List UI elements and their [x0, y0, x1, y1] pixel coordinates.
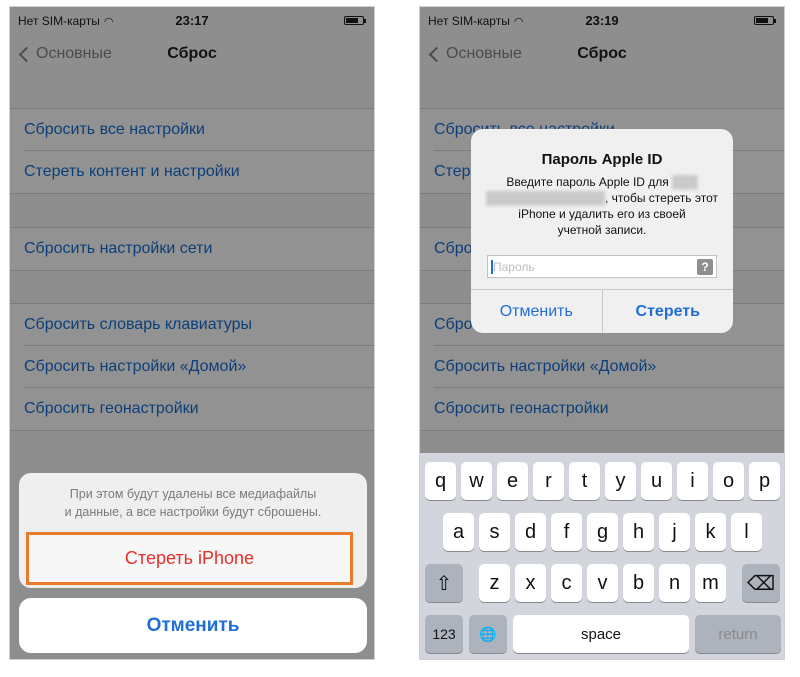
password-input[interactable]: [488, 256, 716, 277]
key-m[interactable]: m: [695, 564, 726, 602]
key-w[interactable]: w: [461, 462, 492, 500]
key-e[interactable]: e: [497, 462, 528, 500]
key-n[interactable]: n: [659, 564, 690, 602]
redacted-email: ██████████████: [485, 191, 606, 205]
key-g[interactable]: g: [587, 513, 618, 551]
key-u[interactable]: u: [641, 462, 672, 500]
erase-iphone-button[interactable]: Стереть iPhone: [26, 532, 353, 585]
settings-group: Сбросить все настройки Стереть контент и…: [10, 108, 374, 194]
key-a[interactable]: a: [443, 513, 474, 551]
numbers-key[interactable]: 123: [425, 615, 463, 653]
clock: 23:17: [175, 13, 209, 28]
status-bar: Нет SIM-карты ◠ 23:17: [10, 7, 374, 35]
action-sheet: При этом будут удалены все медиафайлы и …: [19, 473, 367, 588]
apple-id-password-alert: Пароль Apple ID Введите пароль Apple ID …: [471, 129, 733, 333]
key-z[interactable]: z: [479, 564, 510, 602]
page-title: Сброс: [167, 45, 217, 62]
password-field[interactable]: ?: [487, 255, 717, 278]
alert-title: Пароль Apple ID: [541, 151, 663, 168]
phone-screen-password-alert: Нет SIM-карты ◠ 23:19 Основные Сброс Сбро…: [419, 6, 785, 660]
key-r[interactable]: r: [533, 462, 564, 500]
key-v[interactable]: v: [587, 564, 618, 602]
settings-group: Сбросить словарь клавиатуры Сбросить нас…: [10, 303, 374, 431]
alert-erase-button[interactable]: Стереть: [601, 290, 734, 333]
key-l[interactable]: l: [731, 513, 762, 551]
reset-location-settings[interactable]: Сбросить геонастройки: [434, 388, 784, 430]
onscreen-keyboard: q w e r t y u i o p a s d f g h j k l ⇧ …: [420, 453, 784, 659]
reset-keyboard-dictionary[interactable]: Сбросить словарь клавиатуры: [24, 304, 374, 346]
alert-message: Введите пароль Apple ID для ███ ████████…: [485, 175, 718, 237]
cancel-button[interactable]: Отменить: [19, 598, 367, 653]
key-t[interactable]: t: [569, 462, 600, 500]
key-j[interactable]: j: [659, 513, 690, 551]
key-h[interactable]: h: [623, 513, 654, 551]
alert-cancel-button[interactable]: Отменить: [471, 290, 602, 333]
page-title: Сброс: [577, 45, 627, 62]
key-i[interactable]: i: [677, 462, 708, 500]
reset-home-layout[interactable]: Сбросить настройки «Домой»: [434, 346, 784, 388]
return-key[interactable]: return: [695, 615, 781, 653]
battery-icon: [344, 16, 366, 25]
key-p[interactable]: p: [749, 462, 780, 500]
key-d[interactable]: d: [515, 513, 546, 551]
settings-group: Сбросить настройки сети: [10, 227, 374, 271]
key-x[interactable]: x: [515, 564, 546, 602]
shift-key[interactable]: ⇧: [425, 564, 463, 602]
key-b[interactable]: b: [623, 564, 654, 602]
status-bar: Нет SIM-карты ◠ 23:19: [420, 7, 784, 35]
key-c[interactable]: c: [551, 564, 582, 602]
key-o[interactable]: o: [713, 462, 744, 500]
clock: 23:19: [585, 13, 619, 28]
key-s[interactable]: s: [479, 513, 510, 551]
key-f[interactable]: f: [551, 513, 582, 551]
space-key[interactable]: space: [513, 615, 689, 653]
key-y[interactable]: y: [605, 462, 636, 500]
navigation-bar: Основные Сброс: [10, 35, 374, 79]
help-icon[interactable]: ?: [697, 259, 713, 275]
reset-network-settings[interactable]: Сбросить настройки сети: [24, 228, 374, 270]
text-cursor: [491, 260, 493, 274]
phone-screen-reset-sheet: Нет SIM-карты ◠ 23:17 Основные Сброс Сбро…: [9, 6, 375, 660]
key-q[interactable]: q: [425, 462, 456, 500]
battery-icon: [754, 16, 776, 25]
action-sheet-message: При этом будут удалены все медиафайлы и …: [64, 487, 322, 519]
navigation-bar: Основные Сброс: [420, 35, 784, 79]
reset-home-layout[interactable]: Сбросить настройки «Домой»: [24, 346, 374, 388]
reset-all-settings[interactable]: Сбросить все настройки: [24, 109, 374, 151]
alert-actions: Отменить Стереть: [471, 289, 733, 333]
delete-key[interactable]: ⌫: [742, 564, 780, 602]
erase-content-and-settings[interactable]: Стереть контент и настройки: [24, 151, 374, 193]
reset-location-settings[interactable]: Сбросить геонастройки: [24, 388, 374, 430]
redacted-email: ███: [672, 175, 698, 189]
key-k[interactable]: k: [695, 513, 726, 551]
erase-iphone-label: Стереть iPhone: [124, 548, 255, 568]
globe-icon[interactable]: 🌐: [469, 615, 507, 653]
